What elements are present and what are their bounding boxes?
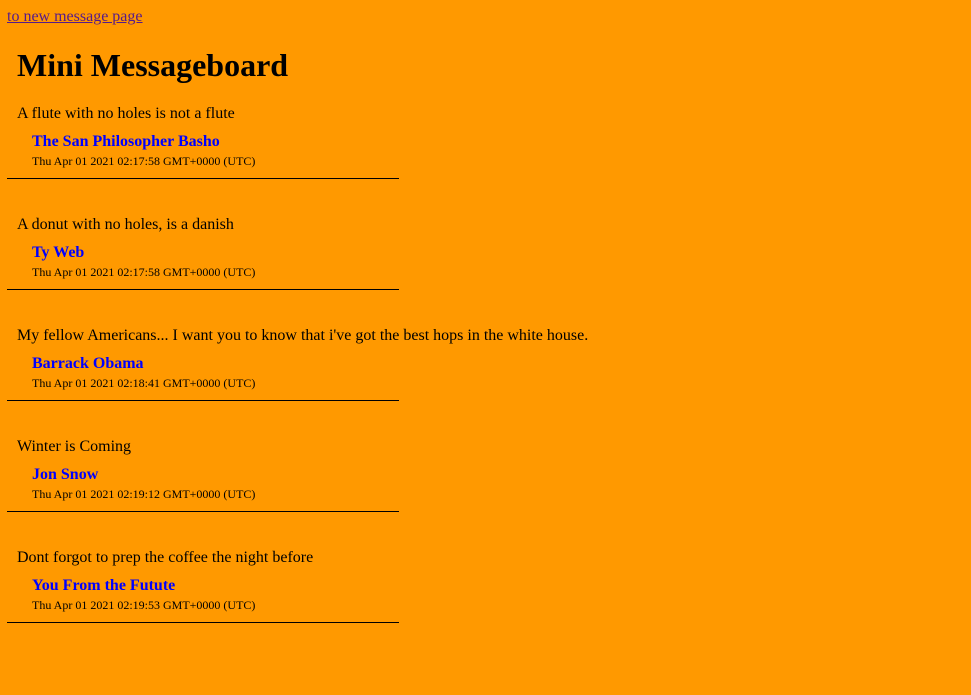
message-list: A flute with no holes is not a flute The… — [7, 104, 967, 659]
message-timestamp: Thu Apr 01 2021 02:17:58 GMT+0000 (UTC) — [32, 265, 256, 279]
message-text: A flute with no holes is not a flute — [17, 105, 235, 122]
message-author: Jon Snow — [32, 466, 99, 483]
message-text: Winter is Coming — [17, 438, 132, 455]
new-message-page-link[interactable]: to new message page — [7, 7, 143, 26]
message-divider — [7, 511, 399, 512]
message-item: My fellow Americans... I want you to kno… — [7, 326, 967, 437]
message-divider — [7, 289, 399, 290]
page-title: Mini Messageboard — [17, 47, 289, 83]
message-text: Dont forgot to prep the coffee the night… — [17, 549, 314, 566]
message-text: My fellow Americans... I want you to kno… — [17, 327, 589, 344]
message-item: A donut with no holes, is a danish Ty We… — [7, 215, 967, 326]
message-timestamp: Thu Apr 01 2021 02:18:41 GMT+0000 (UTC) — [32, 376, 256, 390]
message-author: The San Philosopher Basho — [32, 133, 220, 150]
message-divider — [7, 178, 399, 179]
message-text: A donut with no holes, is a danish — [17, 216, 234, 233]
message-item: Winter is Coming Jon Snow Thu Apr 01 202… — [7, 437, 967, 548]
message-item: Dont forgot to prep the coffee the night… — [7, 548, 967, 659]
message-timestamp: Thu Apr 01 2021 02:19:12 GMT+0000 (UTC) — [32, 487, 256, 501]
message-item: A flute with no holes is not a flute The… — [7, 104, 967, 215]
message-author: You From the Futute — [32, 577, 176, 594]
message-timestamp: Thu Apr 01 2021 02:19:53 GMT+0000 (UTC) — [32, 598, 256, 612]
message-divider — [7, 400, 399, 401]
message-timestamp: Thu Apr 01 2021 02:17:58 GMT+0000 (UTC) — [32, 154, 256, 168]
message-author: Barrack Obama — [32, 355, 144, 372]
message-divider — [7, 622, 399, 623]
message-author: Ty Web — [32, 244, 85, 261]
